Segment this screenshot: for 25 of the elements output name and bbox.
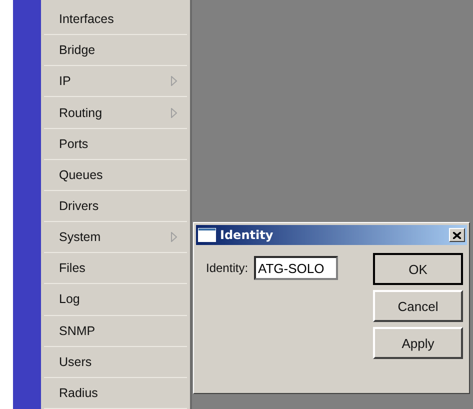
- close-icon: [453, 232, 461, 238]
- menu-item[interactable]: Routing: [44, 97, 187, 129]
- dialog-button[interactable]: Cancel: [373, 290, 463, 322]
- dialog-button[interactable]: Apply: [373, 327, 463, 359]
- menu-item[interactable]: Users: [44, 346, 187, 378]
- menu-item[interactable]: SNMP: [44, 316, 187, 347]
- close-button[interactable]: [449, 228, 465, 242]
- menu-item[interactable]: Drivers: [44, 190, 187, 222]
- menu-item[interactable]: Ports: [44, 128, 187, 160]
- menu-item[interactable]: Queues: [44, 160, 187, 191]
- submenu-arrow-icon: [171, 76, 177, 86]
- menu-item[interactable]: Bridge: [44, 35, 187, 66]
- submenu-arrow-icon: [171, 232, 177, 242]
- identity-field[interactable]: ATG-SOLO: [254, 256, 338, 280]
- menu-item[interactable]: Files: [44, 253, 187, 284]
- menu-item[interactable]: Radius: [44, 378, 187, 409]
- menu-item[interactable]: IP: [44, 66, 187, 98]
- window-icon: [198, 228, 216, 242]
- menu-item[interactable]: Interfaces: [44, 4, 187, 36]
- field-label: Identity:: [206, 261, 248, 275]
- menu-item[interactable]: Log: [44, 284, 187, 316]
- dialog-button[interactable]: OK: [373, 253, 463, 285]
- submenu-arrow-icon: [171, 108, 177, 118]
- menu-item[interactable]: System: [44, 222, 187, 254]
- window-title: Identity: [220, 228, 274, 242]
